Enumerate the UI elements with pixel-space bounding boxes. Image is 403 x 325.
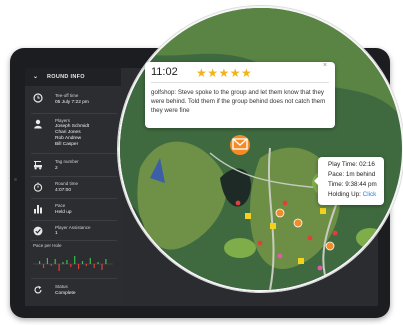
pace-marker[interactable] (235, 200, 241, 206)
pace-bar (62, 262, 64, 264)
pace-bar (101, 264, 103, 270)
play-time: Play Time: 02:16 (328, 161, 375, 168)
divider (31, 176, 117, 177)
divider (31, 113, 117, 114)
pace-bar (105, 259, 107, 264)
pace-value: Held up (55, 210, 72, 215)
star-rating: ★★★★★ (196, 66, 253, 80)
holding-up-link[interactable]: Click (363, 191, 377, 198)
status-value: Complete (55, 291, 76, 296)
pace-text: Pace: 1m behind (328, 171, 376, 178)
round-time-value: 4:07:00 (55, 188, 72, 193)
time-text: Time: 9:38:44 pm (328, 181, 377, 188)
pace-bar (81, 261, 84, 264)
clock-icon (33, 93, 43, 103)
pace-per-hole-chart (33, 256, 113, 271)
hole-flag[interactable] (298, 258, 304, 264)
tag-label: Tag number (55, 159, 79, 164)
divider (31, 278, 117, 279)
pace-bar (46, 258, 48, 264)
assistance-label: Player Assistance (55, 225, 91, 230)
divider (31, 198, 117, 199)
round-time-row: Round time 4:07:00 (25, 178, 121, 198)
pace-bar (39, 261, 41, 264)
pace-marker[interactable] (332, 230, 338, 236)
hole-flag[interactable] (320, 208, 326, 214)
pace-bars (39, 256, 107, 271)
pace-marker[interactable] (317, 265, 323, 271)
pace-bar (89, 258, 91, 264)
tag-row: Tag number 2 (25, 156, 121, 176)
player-marker[interactable] (293, 218, 303, 228)
pace-bar (66, 260, 68, 264)
players-row: Players Joseph Schmidt Chari Jones Rob A… (25, 116, 121, 154)
holding-up-label: Holding Up: (328, 191, 363, 198)
player-marker[interactable] (325, 241, 335, 251)
green (356, 228, 384, 248)
pace-marker[interactable] (307, 235, 313, 241)
pace-bar (85, 264, 87, 266)
camera-dot (14, 178, 17, 181)
pace-marker[interactable] (277, 253, 283, 259)
stopwatch-icon (33, 182, 43, 192)
holding-up-row: Holding Up: Click (328, 191, 376, 198)
close-icon[interactable]: × (323, 62, 327, 69)
popup-pointer (314, 177, 318, 185)
players-label: Players (55, 118, 71, 123)
course-map[interactable] (120, 8, 402, 290)
pace-popup: Play Time: 02:16 Pace: 1m behind Time: 9… (314, 157, 384, 205)
refresh-icon (34, 285, 42, 294)
player-marker[interactable] (350, 268, 360, 278)
tee-off-row: Tee-off time 05 July 7:22 pm (25, 90, 121, 112)
sidebar-title: ROUND INFO (47, 74, 85, 80)
course-map-magnifier[interactable] (118, 6, 403, 292)
pace-bar (93, 264, 95, 268)
pace-bar (58, 264, 60, 271)
message-time: 11:02 (151, 66, 178, 78)
tag-value: 2 (55, 166, 58, 171)
device-mockup: ⌄ ROUND INFO Tee-off time 05 July 7:22 p… (0, 0, 403, 325)
bar-chart-icon (34, 205, 42, 214)
hole-flag[interactable] (245, 213, 251, 219)
green (224, 238, 256, 258)
pace-bar (42, 264, 45, 268)
divider (31, 153, 117, 154)
sidebar-header[interactable]: ⌄ ROUND INFO (25, 68, 121, 86)
pace-marker[interactable] (257, 240, 263, 246)
message-text: golfshop: Steve spoke to the group and l… (151, 89, 326, 114)
pace-bar (78, 264, 80, 269)
tee-off-value: 05 July 7:22 pm (55, 100, 89, 105)
user-icon (34, 119, 42, 129)
tee-off-label: Tee-off time (55, 93, 79, 98)
checkmark-circle-icon (33, 226, 43, 236)
pace-label: Pace (55, 203, 66, 208)
pace-per-hole-label: Pace per Hole (33, 243, 62, 248)
player-marker[interactable] (275, 208, 285, 218)
player-name: Bill Casper (55, 142, 79, 147)
assistance-value: 1 (55, 231, 58, 236)
pace-bar (70, 264, 72, 267)
pace-marker[interactable] (282, 200, 288, 206)
hole-flag[interactable] (270, 223, 276, 229)
chevron-down-icon[interactable]: ⌄ (33, 68, 38, 86)
message-popup: 11:02 ★★★★★ × golfshop: Steve spoke to t… (145, 62, 335, 128)
pace-bar (50, 264, 52, 266)
divider (151, 82, 329, 83)
round-time-label: Round time (55, 181, 79, 186)
round-info-sidebar: ⌄ ROUND INFO Tee-off time 05 July 7:22 p… (25, 68, 121, 306)
golf-cart-icon (34, 161, 42, 170)
status-label: Status (55, 284, 68, 289)
divider (31, 220, 117, 221)
divider (31, 240, 117, 241)
assistance-row: Player Assistance 1 (25, 222, 121, 240)
hole-flag[interactable] (360, 258, 366, 264)
pace-bar (74, 256, 76, 264)
pace-bar (97, 262, 99, 264)
message-pin[interactable] (230, 135, 250, 155)
pace-bar (54, 259, 56, 264)
status-row: Status Complete (25, 281, 121, 303)
pace-row: Pace Held up (25, 200, 121, 220)
